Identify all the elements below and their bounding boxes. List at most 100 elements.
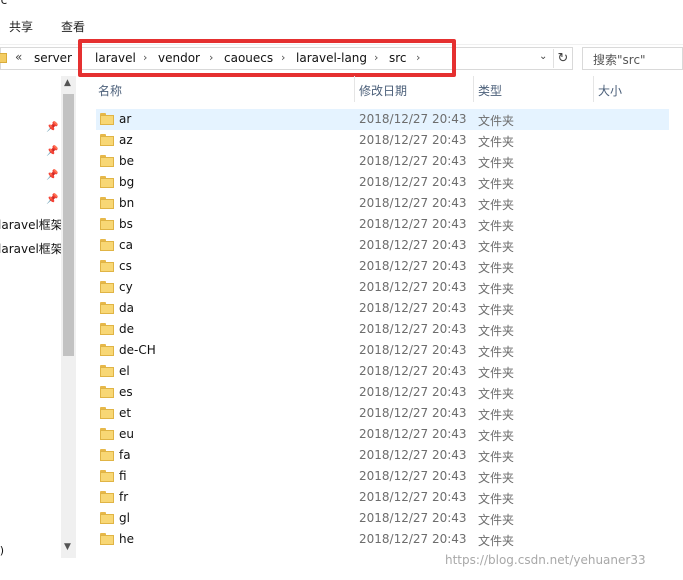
file-name: fa [119,448,131,462]
folder-icon [100,218,114,230]
column-divider[interactable] [354,76,355,102]
table-row[interactable]: ca 2018/12/27 20:43 文件夹 [96,235,669,256]
file-type: 文件夹 [478,198,515,212]
file-date: 2018/12/27 20:43 [359,175,467,189]
file-name: fi [119,469,127,483]
folder-icon [100,533,114,545]
file-name: fr [119,490,129,504]
refresh-icon[interactable]: ↻ [553,49,572,68]
table-row[interactable]: fa 2018/12/27 20:43 文件夹 [96,445,669,466]
pin-icon[interactable]: 📌 [46,146,58,157]
file-date: 2018/12/27 20:43 [359,490,467,504]
table-row[interactable]: da 2018/12/27 20:43 文件夹 [96,298,669,319]
column-headers: 名称 修改日期 类型 大小 [88,76,683,102]
folder-icon [100,155,114,167]
file-type: 文件夹 [478,261,515,275]
file-date: 2018/12/27 20:43 [359,532,467,546]
table-row[interactable]: bn 2018/12/27 20:43 文件夹 [96,193,669,214]
pin-icon[interactable]: 📌 [46,122,58,133]
table-row[interactable]: ar 2018/12/27 20:43 文件夹 [96,109,669,130]
file-type: 文件夹 [478,429,515,443]
file-type: 文件夹 [478,282,515,296]
chevron-down-icon[interactable]: ⌄ [539,51,547,62]
pin-icon[interactable]: 📌 [46,170,58,181]
file-type: 文件夹 [478,408,515,422]
nav-item-laravel-2[interactable]: laravel框架 [0,240,62,257]
file-type: 文件夹 [478,366,515,380]
search-input[interactable]: 搜索"src" [582,47,683,70]
file-name: cy [119,280,133,294]
file-type: 文件夹 [478,135,515,149]
table-row[interactable]: el 2018/12/27 20:43 文件夹 [96,361,669,382]
file-name: el [119,364,130,378]
column-divider[interactable] [593,76,594,102]
file-date: 2018/12/27 20:43 [359,280,467,294]
table-row[interactable]: he 2018/12/27 20:43 文件夹 [96,529,669,550]
file-name: ca [119,238,133,252]
file-type: 文件夹 [478,345,515,359]
table-row[interactable]: az 2018/12/27 20:43 文件夹 [96,130,669,151]
file-date: 2018/12/27 20:43 [359,301,467,315]
file-type: 文件夹 [478,513,515,527]
file-date: 2018/12/27 20:43 [359,238,467,252]
scroll-down-icon[interactable]: ▼ [64,542,71,552]
title-bar: rc [0,0,683,12]
file-date: 2018/12/27 20:43 [359,406,467,420]
search-placeholder: 搜索"src" [593,53,646,67]
nav-item-laravel-1[interactable]: laravel框架 [0,216,62,233]
table-row[interactable]: fi 2018/12/27 20:43 文件夹 [96,466,669,487]
table-row[interactable]: bg 2018/12/27 20:43 文件夹 [96,172,669,193]
pin-icon[interactable]: 📌 [46,194,58,205]
table-row[interactable]: eu 2018/12/27 20:43 文件夹 [96,424,669,445]
column-size[interactable]: 大小 [598,82,622,99]
tab-view[interactable]: 查看 [61,18,85,35]
scroll-up-icon[interactable]: ▲ [64,78,71,88]
nav-scrollbar[interactable]: ▲ ▼ [61,76,76,558]
file-date: 2018/12/27 20:43 [359,154,467,168]
scrollbar-thumb[interactable] [63,94,74,356]
file-type: 文件夹 [478,450,515,464]
table-row[interactable]: bs 2018/12/27 20:43 文件夹 [96,214,669,235]
folder-icon [100,197,114,209]
folder-icon [100,260,114,272]
table-row[interactable]: de 2018/12/27 20:43 文件夹 [96,319,669,340]
file-name: az [119,133,133,147]
breadcrumb-overflow-button[interactable]: « [15,50,22,64]
ribbon: 共享 查看 [0,12,683,40]
file-type: 文件夹 [478,240,515,254]
folder-icon [100,449,114,461]
column-type[interactable]: 类型 [478,82,502,99]
file-date: 2018/12/27 20:43 [359,448,467,462]
table-row[interactable]: de-CH 2018/12/27 20:43 文件夹 [96,340,669,361]
folder-icon [100,512,114,524]
file-name: he [119,532,134,546]
table-row[interactable]: gl 2018/12/27 20:43 文件夹 [96,508,669,529]
file-date: 2018/12/27 20:43 [359,511,467,525]
table-row[interactable]: fr 2018/12/27 20:43 文件夹 [96,487,669,508]
table-row[interactable]: et 2018/12/27 20:43 文件夹 [96,403,669,424]
folder-icon [100,344,114,356]
folder-icon [100,470,114,482]
table-row[interactable]: be 2018/12/27 20:43 文件夹 [96,151,669,172]
file-name: es [119,385,133,399]
breadcrumb-server[interactable]: server [34,51,72,65]
file-date: 2018/12/27 20:43 [359,259,467,273]
table-row[interactable]: cs 2018/12/27 20:43 文件夹 [96,256,669,277]
column-divider[interactable] [473,76,474,102]
table-row[interactable]: cy 2018/12/27 20:43 文件夹 [96,277,669,298]
file-name: et [119,406,132,420]
folder-icon [100,491,114,503]
file-type: 文件夹 [478,114,515,128]
column-name[interactable]: 名称 [98,82,122,99]
nav-item-drive[interactable]: :) [0,544,4,556]
column-date[interactable]: 修改日期 [359,82,407,99]
file-date: 2018/12/27 20:43 [359,427,467,441]
folder-icon [100,323,114,335]
file-date: 2018/12/27 20:43 [359,343,467,357]
folder-icon [100,134,114,146]
table-row[interactable]: es 2018/12/27 20:43 文件夹 [96,382,669,403]
tab-share[interactable]: 共享 [9,18,33,35]
file-name: ar [119,112,132,126]
file-date: 2018/12/27 20:43 [359,217,467,231]
file-type: 文件夹 [478,324,515,338]
